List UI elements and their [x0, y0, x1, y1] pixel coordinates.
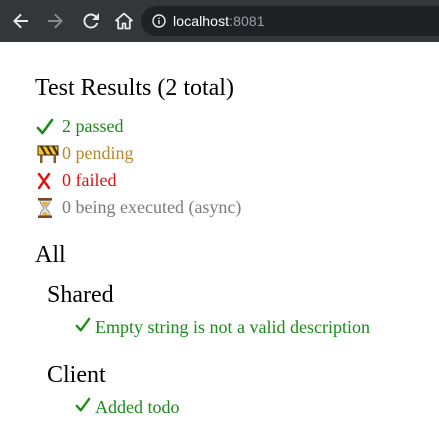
back-button[interactable]	[10, 10, 32, 32]
test-name: Added todo	[95, 397, 180, 417]
info-icon[interactable]	[152, 14, 166, 28]
url-text: localhost:8081	[173, 13, 265, 29]
forward-arrow-icon	[48, 13, 63, 29]
summary-failed: 0 failed	[36, 167, 241, 194]
back-arrow-icon	[13, 13, 28, 29]
failed-count: 0 failed	[62, 170, 117, 190]
check-icon	[75, 396, 91, 419]
test-item: Empty string is not a valid description	[75, 316, 370, 339]
home-icon	[115, 12, 133, 30]
cross-icon	[36, 172, 62, 190]
group-heading-shared: Shared	[47, 282, 114, 308]
check-icon	[75, 316, 91, 339]
executing-count: 0 being executed (async)	[62, 197, 242, 217]
url-host: localhost	[173, 13, 230, 29]
test-name: Empty string is not a valid description	[95, 317, 370, 337]
address-bar[interactable]: localhost:8081	[141, 6, 439, 36]
browser-toolbar: localhost:8081	[0, 0, 439, 42]
hourglass-icon	[36, 197, 62, 219]
passed-count: 2 passed	[62, 116, 124, 136]
home-button[interactable]	[113, 10, 135, 32]
reload-button[interactable]	[80, 10, 102, 32]
results-summary: 2 passed 0 pending 0 failed 0 being exec…	[36, 113, 241, 221]
summary-pending: 0 pending	[36, 140, 241, 167]
summary-executing: 0 being executed (async)	[36, 194, 241, 221]
reload-icon	[83, 13, 99, 29]
test-item: Added todo	[75, 396, 180, 419]
url-port: :8081	[229, 13, 265, 29]
pending-count: 0 pending	[62, 143, 134, 163]
summary-passed: 2 passed	[36, 113, 241, 140]
check-icon	[36, 118, 62, 136]
suite-all-heading: All	[35, 242, 66, 268]
forward-button[interactable]	[44, 10, 66, 32]
construction-barrier-icon	[36, 144, 62, 164]
page-title: Test Results (2 total)	[35, 75, 234, 101]
group-heading-client: Client	[47, 362, 106, 388]
